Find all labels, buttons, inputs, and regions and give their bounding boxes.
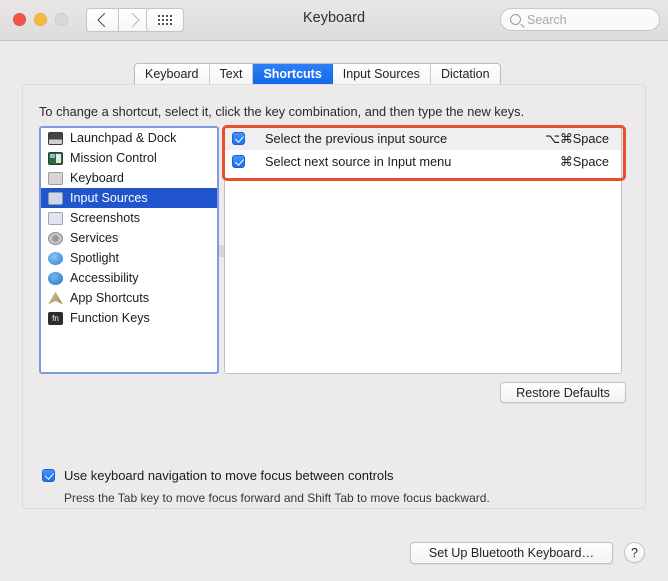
table-row[interactable]: Select the previous input source ⌥⌘Space [225,127,621,150]
keyboard-navigation-hint: Press the Tab key to move focus forward … [64,491,490,505]
tab-shortcuts[interactable]: Shortcuts [253,64,333,84]
shortcut-label: Select next source in Input menu [265,154,452,169]
sidebar-item-function-keys[interactable]: fn Function Keys [41,308,217,328]
sidebar-item-screenshots[interactable]: Screenshots [41,208,217,228]
shortcut-enabled-checkbox[interactable] [232,132,245,145]
sidebar-item-label: Services [70,231,119,245]
function-keys-icon: fn [48,311,63,325]
screenshots-icon [48,211,63,225]
tab-keyboard[interactable]: Keyboard [135,64,210,84]
app-shortcuts-icon [48,291,63,305]
sidebar-item-label: App Shortcuts [70,291,150,305]
keyboard-preferences-window: Keyboard Search Keyboard Text Shortcuts … [0,0,668,581]
sidebar-item-label: Function Keys [70,311,150,325]
shortcut-list: Select the previous input source ⌥⌘Space… [224,126,622,374]
mission-control-icon [48,151,63,165]
title-bar: Keyboard Search [0,0,668,41]
table-row[interactable]: Select next source in Input menu ⌘Space [225,150,621,173]
shortcut-key-combination[interactable]: ⌘Space [560,154,609,170]
shortcut-label: Select the previous input source [265,131,448,146]
sidebar-item-app-shortcuts[interactable]: App Shortcuts [41,288,217,308]
sidebar-item-label: Spotlight [70,251,120,265]
search-icon [510,14,521,25]
sidebar-item-services[interactable]: Services [41,228,217,248]
sidebar-item-accessibility[interactable]: Accessibility [41,268,217,288]
input-sources-icon [48,191,63,205]
sidebar-item-launchpad-dock[interactable]: Launchpad & Dock [41,128,217,148]
shortcut-category-list[interactable]: Launchpad & Dock Mission Control Keyboar… [39,126,219,374]
search-placeholder: Search [527,12,567,27]
keyboard-navigation-checkbox[interactable] [42,469,55,482]
search-input[interactable]: Search [500,8,660,31]
sidebar-item-mission-control[interactable]: Mission Control [41,148,217,168]
tab-text[interactable]: Text [209,64,254,84]
setup-bluetooth-keyboard-button[interactable]: Set Up Bluetooth Keyboard… [410,542,613,564]
sidebar-item-label: Keyboard [70,171,124,185]
sidebar-item-input-sources[interactable]: Input Sources [41,188,217,208]
sidebar-item-keyboard[interactable]: Keyboard [41,168,217,188]
launchpad-dock-icon [48,131,63,145]
keyboard-navigation-label: Use keyboard navigation to move focus be… [64,468,394,483]
keyboard-navigation-row[interactable]: Use keyboard navigation to move focus be… [42,468,394,483]
sidebar-item-label: Screenshots [70,211,141,225]
spotlight-icon [48,251,63,265]
accessibility-icon [48,271,63,285]
shortcut-key-combination[interactable]: ⌥⌘Space [545,131,609,147]
sidebar-item-spotlight[interactable]: Spotlight [41,248,217,268]
instruction-text: To change a shortcut, select it, click t… [39,104,525,119]
tab-dictation[interactable]: Dictation [430,64,500,84]
shortcut-enabled-checkbox[interactable] [232,155,245,168]
restore-defaults-button[interactable]: Restore Defaults [500,382,626,403]
sidebar-item-label: Launchpad & Dock [70,131,177,145]
keyboard-icon [48,171,63,185]
sidebar-item-label: Mission Control [70,151,157,165]
tab-input-sources[interactable]: Input Sources [332,64,431,84]
help-button[interactable]: ? [624,542,645,563]
sidebar-item-label: Accessibility [70,271,139,285]
services-gear-icon [48,231,63,245]
sidebar-item-label: Input Sources [70,191,148,205]
